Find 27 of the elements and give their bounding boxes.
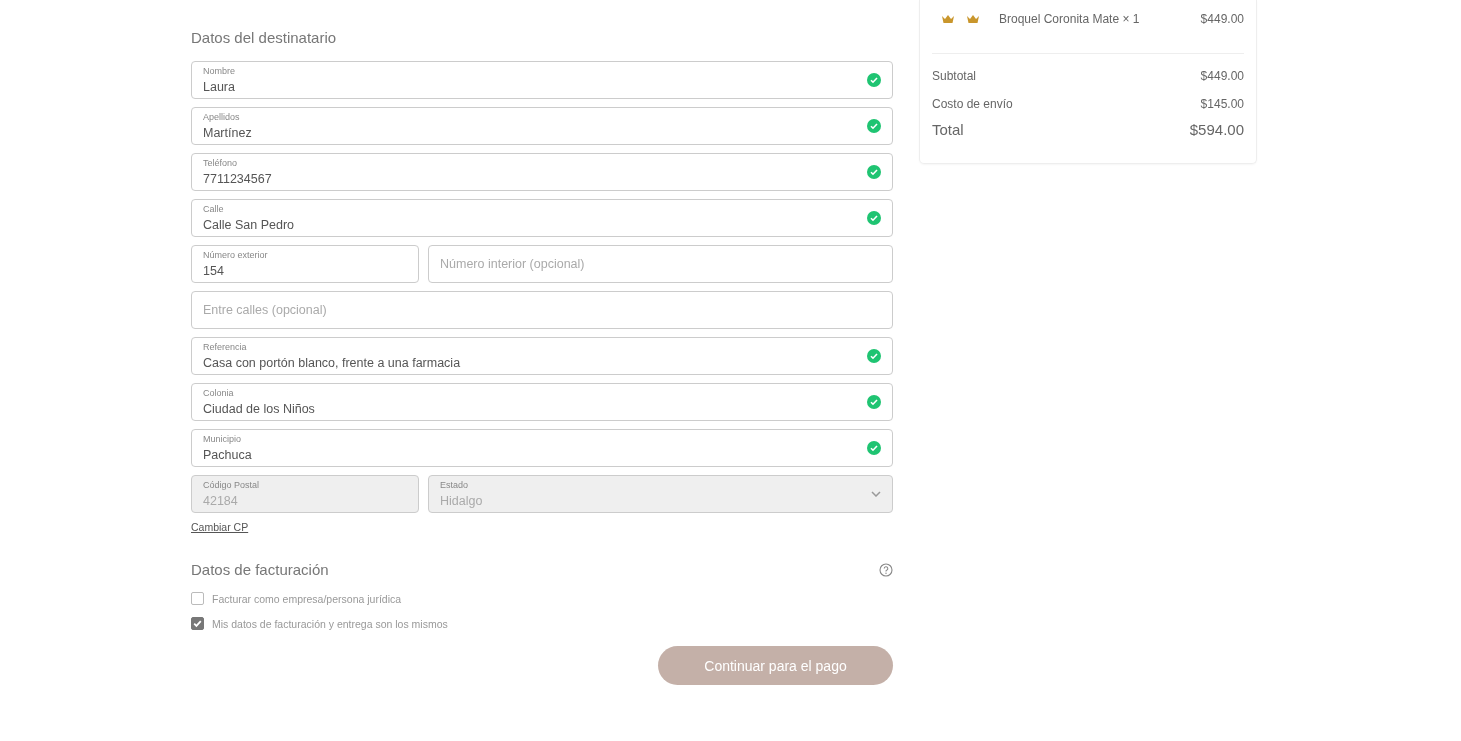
product-price: $449.00 [1200, 12, 1244, 26]
section-title: Datos de facturación [191, 561, 329, 578]
chevron-down-icon [871, 491, 881, 497]
summary-label: Costo de envío [932, 97, 1013, 111]
checkbox[interactable] [191, 592, 204, 605]
crown-icon [941, 14, 955, 24]
checkbox-label: Mis datos de facturación y entrega son los mismos [212, 617, 448, 630]
input-field[interactable]: Apellidos Martínez [191, 107, 893, 145]
input-field[interactable]: Referencia Casa con portón blanco, frente a una farmacia [191, 337, 893, 375]
input-field[interactable]: Número exterior 154 [191, 245, 419, 283]
total-amount: $594.00 [1189, 121, 1244, 138]
summary-amount: $145.00 [1200, 97, 1244, 111]
section-title: Datos del destinatario [191, 29, 338, 46]
change-postcode-link[interactable]: Cambiar CP [191, 521, 249, 533]
input-field[interactable]: Nombre Laura [191, 61, 893, 99]
product-name: Broquel Coronita Mate × 1 [999, 12, 1141, 26]
summary-label: Subtotal [932, 69, 977, 83]
help-icon[interactable] [879, 562, 893, 577]
input-field[interactable]: Colonia Ciudad de los Niños [191, 383, 893, 421]
input-field[interactable]: Teléfono 7711234567 [191, 153, 893, 191]
total-label: Total [932, 121, 964, 138]
input-field[interactable]: Calle Calle San Pedro [191, 199, 893, 237]
summary-amount: $449.00 [1200, 69, 1244, 83]
checkbox-label: Facturar como empresa/persona jurídica [212, 592, 402, 605]
crown-icon [966, 14, 980, 24]
checkbox[interactable] [191, 617, 204, 630]
input-field[interactable]: Municipio Pachuca [191, 429, 893, 467]
